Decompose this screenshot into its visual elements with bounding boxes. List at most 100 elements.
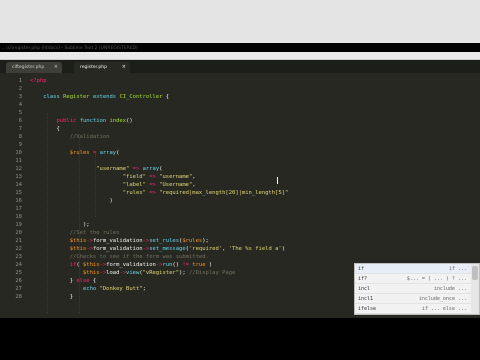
autocomplete-hint: if ... (448, 266, 467, 272)
line-number: 18 (15, 214, 22, 220)
indent-guide (95, 153, 96, 217)
autocomplete-trigger: if (358, 266, 365, 272)
code-line: 5 (0, 109, 480, 117)
code-line: 18 (0, 213, 480, 221)
code-text: $this->load->view("vRegister"); //Displa… (82, 270, 236, 276)
code-text: ) (30, 198, 113, 204)
line-number: 3 (18, 94, 22, 100)
code-text: "username" => array( (96, 166, 163, 172)
code-line: 22 $this->form_validation->set_message('… (0, 245, 480, 253)
indent-guide (47, 113, 48, 313)
autocomplete-hint: $... = ( ... ) ? ... (406, 276, 467, 282)
code-text: if( $this->form_validation->run() != tru… (69, 262, 213, 268)
autocomplete-trigger: ifelse (358, 306, 377, 312)
line-number: 1 (18, 78, 22, 84)
code-text: $rules = array( (69, 150, 120, 156)
close-icon[interactable]: × (54, 62, 58, 73)
code-line: 13 "field" => "username", (0, 173, 480, 181)
line-number: 7 (18, 126, 22, 132)
tab-register[interactable]: register.php × (74, 62, 130, 73)
autocomplete-item[interactable]: if? $... = ( ... ) ? ... (355, 274, 479, 284)
line-number: 14 (15, 182, 22, 188)
code-line: 10 $rules = array( (0, 149, 480, 157)
line-number: 10 (15, 150, 22, 156)
code-line: 4 (0, 101, 480, 109)
code-line: 15 "rules" => "required|max_length[20]|m… (0, 189, 480, 197)
code-text: $this->form_validation->set_rules($rules… (69, 238, 209, 244)
code-line: 17 (0, 205, 480, 213)
line-number: 16 (15, 198, 22, 204)
line-number: 20 (15, 230, 22, 236)
line-number: 19 (15, 222, 22, 228)
autocomplete-item[interactable]: ifelse if ... else ... (355, 304, 479, 314)
code-text: <?php (30, 78, 47, 84)
line-number: 13 (15, 174, 22, 180)
code-text: } else { (30, 278, 97, 284)
code-text: "label" => "Username", (122, 182, 196, 188)
code-line: 14 "label" => "Username", (0, 181, 480, 189)
autocomplete-trigger: incl (358, 286, 371, 292)
code-line: 16 ) (0, 197, 480, 205)
line-number: 17 (15, 206, 22, 212)
code-text: ); (30, 222, 90, 228)
code-text: } (30, 294, 74, 300)
letterbox-bottom (0, 318, 480, 360)
code-text: public function index() (56, 118, 133, 124)
line-number: 23 (15, 254, 22, 260)
tab-label: register.php (80, 65, 107, 70)
line-number: 12 (15, 166, 22, 172)
code-line: 23 //Checks to see if the form was submi… (0, 253, 480, 261)
code-text: { (30, 126, 60, 132)
line-number: 4 (18, 102, 22, 108)
indent-guide (79, 137, 80, 313)
code-line: 7 { (0, 125, 480, 133)
line-number: 24 (15, 262, 22, 268)
line-number: 9 (18, 142, 22, 148)
autocomplete-hint: include_once ... (418, 296, 467, 302)
code-line: 21 $this->form_validation->set_rules($ru… (0, 237, 480, 245)
code-line: 19 ); (0, 221, 480, 229)
line-number: 26 (15, 278, 22, 284)
code-line: 11 (0, 157, 480, 165)
autocomplete-trigger: if? (358, 276, 368, 282)
autocomplete-item[interactable]: incl include ... (355, 284, 479, 294)
autocomplete-item[interactable]: if if ... (355, 264, 479, 274)
autocomplete-item[interactable]: incl1 include_once ... (355, 294, 479, 304)
code-line: 12 "username" => array( (0, 165, 480, 173)
menu-bar: ... Tools Project Preferences Help (0, 52, 480, 69)
autocomplete-hint: include ... (433, 286, 467, 292)
line-number: 8 (18, 134, 22, 140)
code-line: 2 (0, 85, 480, 93)
code-text: "field" => "username", (122, 174, 196, 180)
line-number: 15 (15, 190, 22, 196)
code-line: 8 //Validation (0, 133, 480, 141)
code-text: class Register extends CI_Controller { (43, 94, 170, 100)
window-title: ...\ci\register.php (htdocs) - Sublime T… (2, 46, 138, 51)
window-titlebar (0, 0, 480, 43)
code-line: 9 (0, 141, 480, 149)
scrollbar-thumb[interactable] (472, 266, 478, 280)
line-number: 5 (18, 110, 22, 116)
line-number: 2 (18, 86, 22, 92)
line-number: 22 (15, 246, 22, 252)
line-number: 28 (15, 294, 22, 300)
code-line: 6 public function index() (0, 117, 480, 125)
line-number: 6 (18, 118, 22, 124)
close-icon[interactable]: × (122, 62, 126, 73)
tab-bar: ciftegister.php × register.php × (0, 60, 480, 73)
code-text: "rules" => "required|max_length[20]|min_… (122, 190, 289, 196)
line-number: 11 (15, 158, 22, 164)
autocomplete-hint: if ... else ... (421, 306, 467, 312)
code-line: 3 class Register extends CI_Controller { (0, 93, 480, 101)
tab-ciftegister[interactable]: ciftegister.php × (6, 62, 62, 73)
code-line: 20 //Set the rules (0, 229, 480, 237)
autocomplete-trigger: incl1 (358, 296, 374, 302)
autocomplete-popup[interactable]: if if ... if? $... = ( ... ) ? ... incl inclu… (354, 263, 480, 315)
code-line: 1 <?php (0, 77, 480, 85)
line-number: 27 (15, 286, 22, 292)
line-number: 25 (15, 270, 22, 276)
text-cursor (277, 177, 278, 184)
autocomplete-scrollbar[interactable] (471, 264, 479, 314)
tab-label: ciftegister.php (12, 65, 45, 70)
line-number: 21 (15, 238, 22, 244)
